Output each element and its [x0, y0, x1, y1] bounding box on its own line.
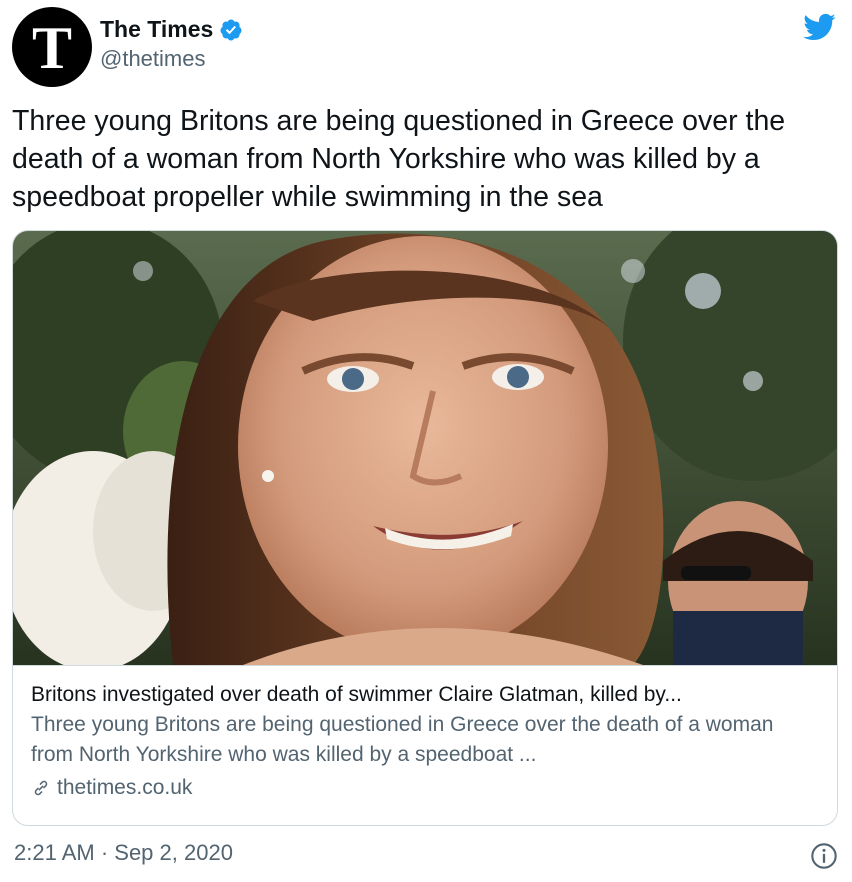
- avatar-letter: T: [31, 15, 73, 81]
- twitter-bird-icon[interactable]: [800, 10, 838, 44]
- card-domain[interactable]: thetimes.co.uk: [57, 773, 192, 803]
- info-icon[interactable]: [810, 842, 838, 870]
- card-domain-row[interactable]: thetimes.co.uk: [31, 773, 819, 803]
- card-body[interactable]: Britons investigated over death of swimm…: [13, 665, 837, 803]
- card-image[interactable]: [13, 231, 838, 665]
- author-name[interactable]: The Times: [100, 16, 213, 43]
- link-card[interactable]: Britons investigated over death of swimm…: [12, 230, 838, 826]
- avatar[interactable]: T: [12, 7, 92, 87]
- card-title[interactable]: Britons investigated over death of swimm…: [31, 680, 819, 710]
- verified-badge-icon: [220, 19, 242, 40]
- author-handle[interactable]: @thetimes: [100, 46, 243, 72]
- card-description: Three young Britons are being questioned…: [31, 713, 774, 766]
- link-icon: [34, 780, 48, 796]
- name-row: The Times: [100, 16, 243, 43]
- timestamp[interactable]: 2:21 AM · Sep 2, 2020: [14, 840, 233, 866]
- tweet-text: Three young Britons are being questioned…: [12, 105, 786, 213]
- author-block: The Times @thetimes: [100, 16, 243, 72]
